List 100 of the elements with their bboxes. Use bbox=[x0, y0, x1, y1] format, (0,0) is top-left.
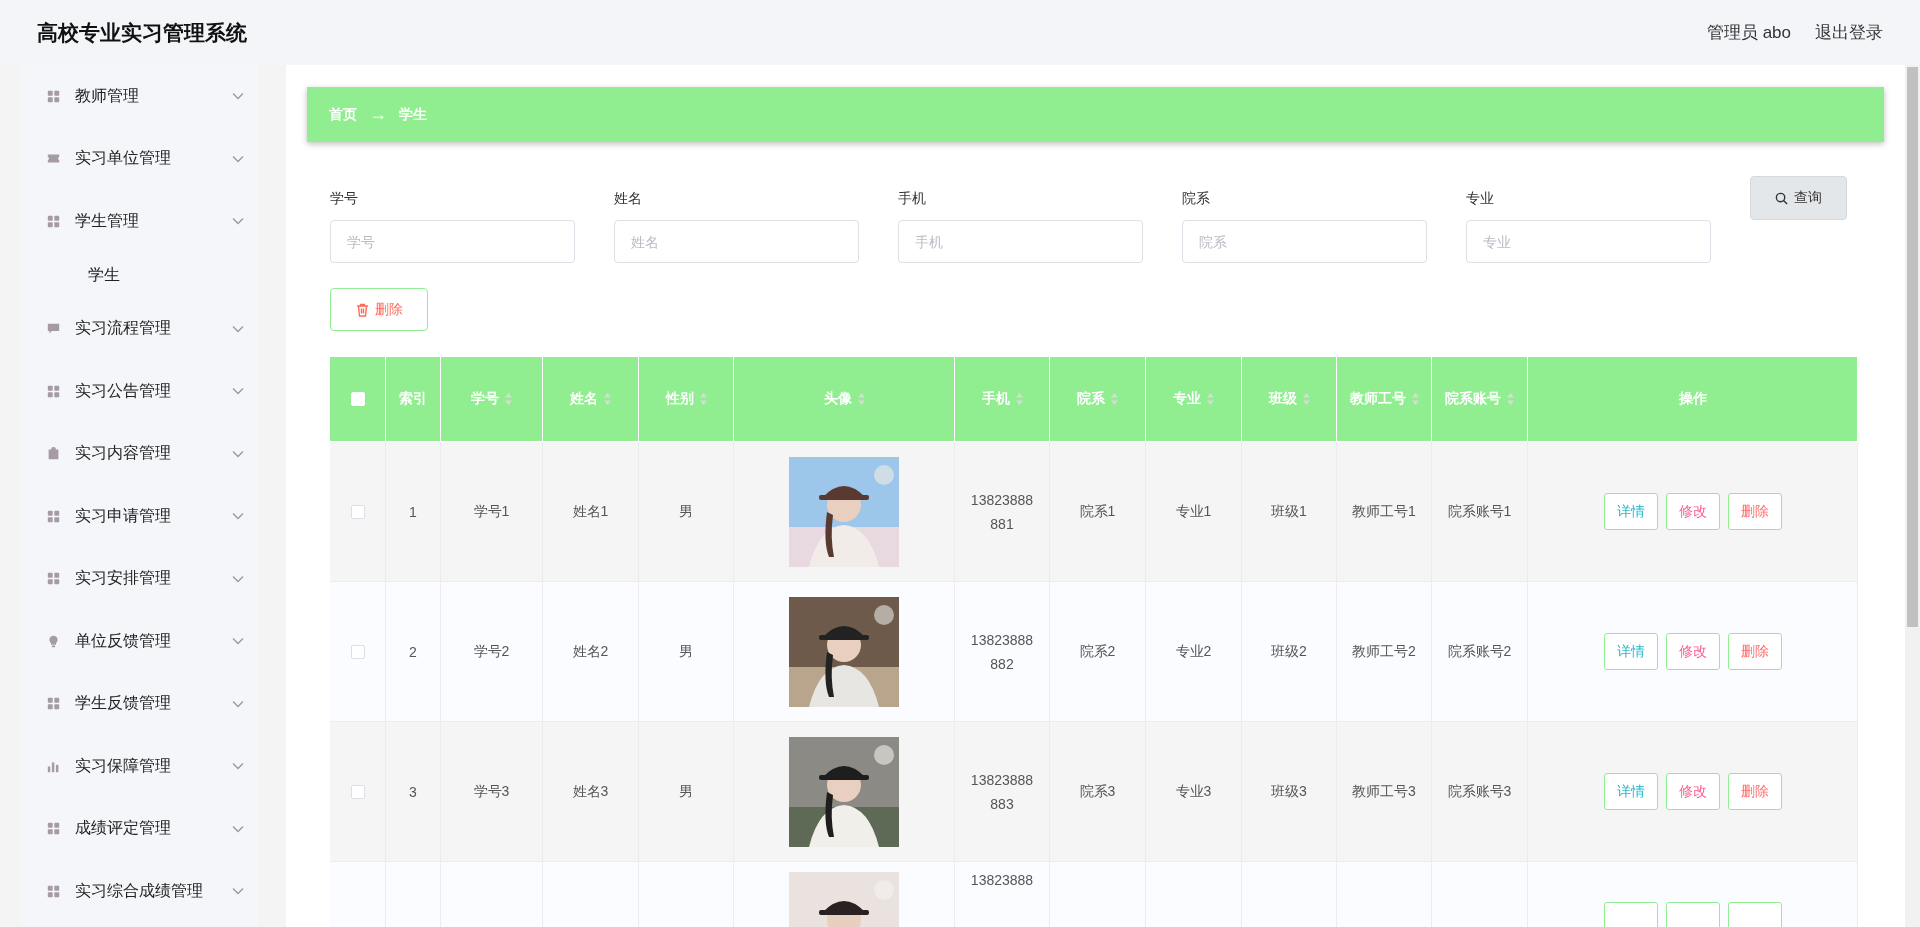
table-cell: 13823888882 bbox=[955, 582, 1050, 722]
table-cell: 院系账号1 bbox=[1432, 442, 1528, 582]
field-label: 专业 bbox=[1466, 190, 1495, 208]
chevron-icon bbox=[232, 824, 244, 833]
app-title: 高校专业实习管理系统 bbox=[37, 19, 247, 46]
row-checkbox[interactable] bbox=[350, 784, 365, 799]
sidebar-item[interactable]: 实习申请管理 bbox=[20, 485, 258, 548]
sort-icon[interactable] bbox=[857, 393, 865, 405]
table-cell: 1 bbox=[386, 442, 441, 582]
clipboard-icon bbox=[47, 447, 60, 461]
table-cell: 男 bbox=[639, 722, 734, 862]
sidebar-item[interactable]: 实习安排管理 bbox=[20, 547, 258, 610]
table-cell: 姓名2 bbox=[543, 582, 639, 722]
sidebar-item[interactable]: 成绩评定管理 bbox=[20, 797, 258, 860]
table-cell: 男 bbox=[639, 582, 734, 722]
chevron-icon bbox=[232, 324, 244, 333]
chevron-icon bbox=[232, 512, 244, 521]
chevron-icon bbox=[232, 574, 244, 583]
table-cell: 院系账号3 bbox=[1432, 722, 1528, 862]
sort-icon[interactable] bbox=[1207, 393, 1214, 405]
sidebar-item[interactable]: 实习保障管理 bbox=[20, 735, 258, 798]
table-cell: 13823888883 bbox=[955, 722, 1050, 862]
sidebar-item[interactable]: 单位反馈管理 bbox=[20, 610, 258, 673]
edit-button[interactable]: 修改 bbox=[1665, 633, 1720, 670]
sort-icon[interactable] bbox=[505, 393, 512, 405]
sidebar-item[interactable]: 学生管理 bbox=[20, 190, 258, 253]
sidebar-item[interactable]: 实习公告管理 bbox=[20, 360, 258, 423]
search-field[interactable]: 院系 bbox=[1182, 220, 1427, 263]
table-cell: 班级3 bbox=[1242, 722, 1337, 862]
sidebar-item[interactable]: 教师管理 bbox=[20, 65, 258, 128]
search-field[interactable]: 手机 bbox=[898, 220, 1143, 263]
row-checkbox[interactable] bbox=[350, 644, 365, 659]
sidebar-item[interactable]: 实习流程管理 bbox=[20, 297, 258, 360]
user-label: 管理员 abo bbox=[1706, 22, 1791, 44]
grid-icon bbox=[47, 884, 60, 898]
table-cell: 院系1 bbox=[1050, 442, 1146, 582]
table-cell: 专业1 bbox=[1146, 442, 1242, 582]
table-cell: 学号1 bbox=[441, 442, 543, 582]
sidebar-item[interactable]: 实习单位管理 bbox=[20, 127, 258, 190]
table-cell: 3 bbox=[386, 722, 441, 862]
delete-button[interactable]: 删除 bbox=[1727, 493, 1782, 530]
grid-icon bbox=[47, 509, 60, 523]
table-cell: 专业3 bbox=[1146, 722, 1242, 862]
search-icon bbox=[1775, 191, 1788, 205]
detail-button[interactable]: 详情 bbox=[1603, 633, 1658, 670]
chevron-icon bbox=[232, 637, 244, 646]
chevron-icon bbox=[232, 92, 244, 101]
field-label: 院系 bbox=[1182, 190, 1211, 208]
scrollbar-thumb[interactable] bbox=[1907, 67, 1918, 627]
table-cell: 专业2 bbox=[1146, 582, 1242, 722]
table-cell: 院系账号2 bbox=[1432, 582, 1528, 722]
sort-icon[interactable] bbox=[1302, 393, 1310, 405]
sort-icon[interactable] bbox=[604, 393, 611, 405]
table-cell: 教师工号2 bbox=[1337, 582, 1432, 722]
chevron-icon bbox=[232, 699, 244, 708]
chevron-icon bbox=[232, 887, 244, 896]
search-button[interactable]: 查询 bbox=[1750, 176, 1847, 220]
delete-button[interactable]: 删除 bbox=[1727, 773, 1782, 810]
sort-icon[interactable] bbox=[1411, 393, 1419, 405]
table-cell: 学号2 bbox=[441, 582, 543, 722]
table-cell: 院系2 bbox=[1050, 582, 1146, 722]
sort-icon[interactable] bbox=[1015, 393, 1023, 405]
detail-button[interactable]: 详情 bbox=[1603, 773, 1658, 810]
search-field[interactable]: 姓名 bbox=[614, 220, 859, 263]
table-cell: 院系3 bbox=[1050, 722, 1146, 862]
sort-icon[interactable] bbox=[1111, 393, 1118, 405]
sidebar-subitem[interactable]: 学生 bbox=[20, 252, 258, 298]
table-cell: 13823888 bbox=[955, 862, 1050, 927]
logout-link[interactable]: 退出登录 bbox=[1815, 21, 1883, 44]
chevron-icon bbox=[232, 387, 244, 396]
table-cell: 姓名1 bbox=[543, 442, 639, 582]
light-bulb-icon bbox=[47, 634, 60, 648]
chevron-icon bbox=[232, 449, 244, 458]
sidebar-item[interactable]: 实习内容管理 bbox=[20, 422, 258, 485]
detail-button[interactable]: 详情 bbox=[1603, 493, 1658, 530]
bar-chart-icon bbox=[47, 759, 60, 773]
delete-button[interactable]: 删除 bbox=[330, 288, 428, 331]
grid-icon bbox=[47, 89, 60, 103]
sort-icon[interactable] bbox=[1507, 393, 1514, 405]
select-all-checkbox[interactable] bbox=[350, 392, 365, 406]
grid-icon bbox=[47, 572, 60, 586]
table-cell: 学号3 bbox=[441, 722, 543, 862]
field-label: 手机 bbox=[898, 190, 927, 208]
sort-icon[interactable] bbox=[699, 393, 707, 405]
chat-bubble-icon bbox=[47, 322, 60, 336]
table-cell: 教师工号3 bbox=[1337, 722, 1432, 862]
sidebar-item[interactable]: 学生反馈管理 bbox=[20, 672, 258, 735]
sidebar-item[interactable]: 实习综合成绩管理 bbox=[20, 860, 258, 923]
table-cell: 姓名3 bbox=[543, 722, 639, 862]
table-cell: 班级1 bbox=[1242, 442, 1337, 582]
row-checkbox[interactable] bbox=[350, 504, 365, 519]
edit-button[interactable]: 修改 bbox=[1665, 773, 1720, 810]
grid-icon bbox=[47, 822, 60, 836]
column-header: 索引 bbox=[386, 357, 441, 442]
search-field[interactable]: 学号 bbox=[330, 220, 575, 263]
edit-button[interactable]: 修改 bbox=[1665, 493, 1720, 530]
search-field[interactable]: 专业 bbox=[1466, 220, 1711, 263]
breadcrumb-separator: → bbox=[369, 104, 387, 125]
delete-button[interactable]: 删除 bbox=[1727, 633, 1782, 670]
column-header: 操作 bbox=[1528, 357, 1858, 442]
